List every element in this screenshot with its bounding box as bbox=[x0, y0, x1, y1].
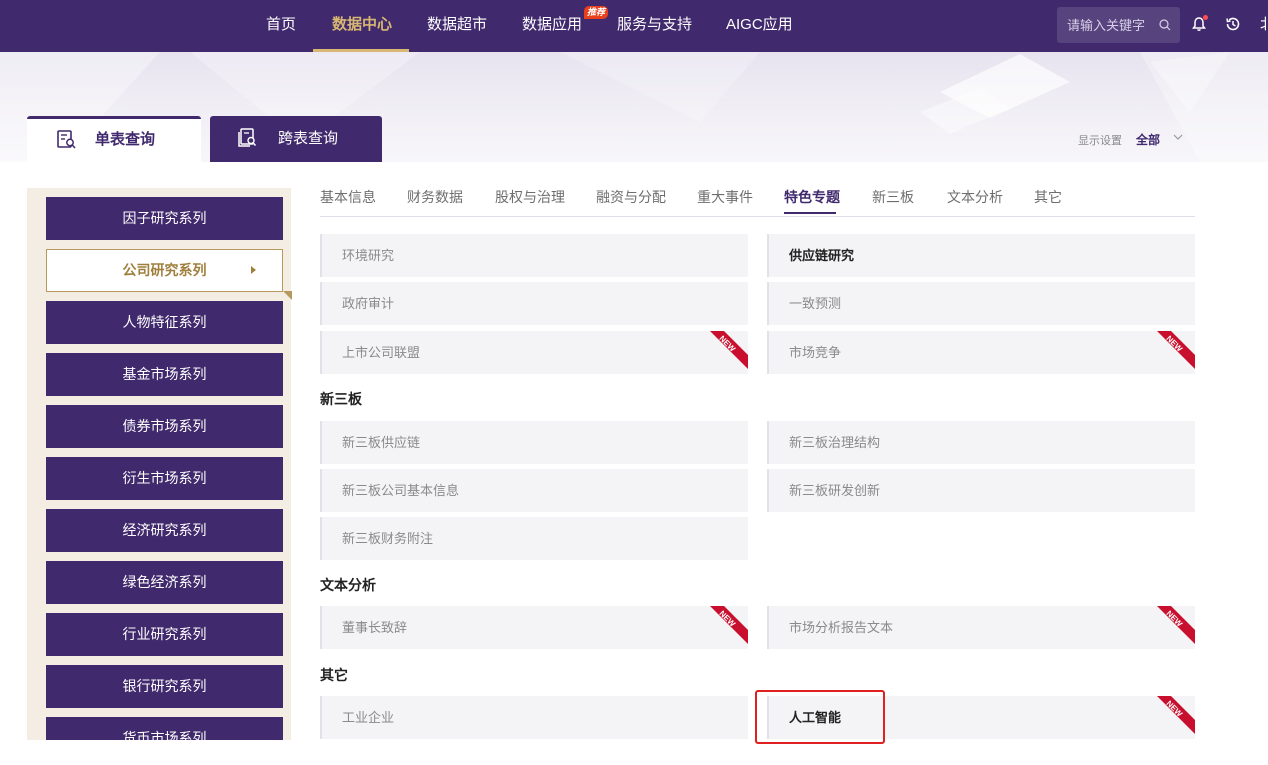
section-title-others: 其它 bbox=[320, 667, 348, 683]
tab-single-table-query[interactable]: 单表查询 bbox=[27, 116, 201, 162]
new-badge: NEW bbox=[1157, 606, 1195, 644]
card-listed-company-alliance[interactable]: 上市公司联盟 NEW bbox=[320, 331, 748, 374]
nav-data-market[interactable]: 数据超市 bbox=[427, 0, 487, 52]
card-neeq-rnd-innovation[interactable]: 新三板研发创新 bbox=[767, 469, 1195, 512]
sidebar-item-factor-research[interactable]: 因子研究系列 bbox=[46, 197, 283, 240]
table-search-icon bbox=[57, 130, 76, 149]
card-label: 市场竞争 bbox=[789, 345, 842, 360]
card-label: 董事长致辞 bbox=[342, 620, 408, 635]
tab-text-analysis[interactable]: 文本分析 bbox=[947, 187, 1003, 207]
tab-others[interactable]: 其它 bbox=[1034, 187, 1062, 207]
card-neeq-governance-structure[interactable]: 新三板治理结构 bbox=[767, 421, 1195, 464]
sidebar-item-person-features[interactable]: 人物特征系列 bbox=[46, 301, 283, 344]
card-neeq-supply-chain[interactable]: 新三板供应链 bbox=[320, 421, 748, 464]
active-tab-underline bbox=[784, 212, 836, 214]
card-consensus-forecast[interactable]: 一致预测 bbox=[767, 282, 1195, 325]
sidebar-item-derivatives-market[interactable]: 衍生市场系列 bbox=[46, 457, 283, 500]
top-navigation-bar: 首页 数据中心 数据超市 数据应用 推荐 服务与支持 AIGC应用 北 bbox=[0, 0, 1268, 52]
card-supply-chain-research[interactable]: 供应链研究 bbox=[767, 234, 1195, 277]
card-market-competition[interactable]: 市场竞争 NEW bbox=[767, 331, 1195, 374]
tab-cross-label: 跨表查询 bbox=[278, 130, 339, 147]
sidebar-item-economic-research[interactable]: 经济研究系列 bbox=[46, 509, 283, 552]
card-industrial-enterprises[interactable]: 工业企业 bbox=[320, 696, 748, 739]
tab-featured-topics[interactable]: 特色专题 bbox=[784, 187, 840, 207]
multi-table-search-icon bbox=[238, 128, 257, 147]
nav-cut-off-text[interactable]: 北 bbox=[1260, 0, 1268, 50]
tab-financing-distribution[interactable]: 融资与分配 bbox=[596, 187, 666, 207]
sidebar-item-label: 公司研究系列 bbox=[122, 262, 207, 278]
card-label: 上市公司联盟 bbox=[342, 345, 421, 360]
card-chairman-speech[interactable]: 董事长致辞 NEW bbox=[320, 606, 748, 649]
display-settings-label: 显示设置 bbox=[1078, 135, 1122, 147]
sidebar-item-industry-research[interactable]: 行业研究系列 bbox=[46, 613, 283, 656]
card-neeq-company-basic-info[interactable]: 新三板公司基本信息 bbox=[320, 469, 748, 512]
new-badge: NEW bbox=[1157, 331, 1195, 369]
tab-equity-governance[interactable]: 股权与治理 bbox=[495, 187, 565, 207]
sidebar-item-money-market[interactable]: 货币市场系列 bbox=[46, 717, 283, 740]
tab-single-label: 单表查询 bbox=[95, 131, 156, 148]
card-market-analysis-report-text[interactable]: 市场分析报告文本 NEW bbox=[767, 606, 1195, 649]
card-government-audit[interactable]: 政府审计 bbox=[320, 282, 748, 325]
new-badge: NEW bbox=[710, 606, 748, 644]
card-artificial-intelligence[interactable]: 人工智能 NEW bbox=[767, 696, 1195, 739]
chevron-down-icon[interactable] bbox=[1173, 134, 1183, 141]
caret-right-icon bbox=[251, 266, 256, 274]
tab-financial-data[interactable]: 财务数据 bbox=[407, 187, 463, 207]
sidebar-item-green-economy[interactable]: 绿色经济系列 bbox=[46, 561, 283, 604]
active-item-fold bbox=[283, 291, 292, 300]
sidebar-item-bond-market[interactable]: 债券市场系列 bbox=[46, 405, 283, 448]
section-title-text-analysis: 文本分析 bbox=[320, 577, 376, 593]
new-badge: NEW bbox=[1157, 696, 1195, 734]
card-neeq-financial-notes[interactable]: 新三板财务附注 bbox=[320, 517, 748, 560]
new-badge: NEW bbox=[710, 331, 748, 369]
notification-dot bbox=[1203, 15, 1208, 20]
card-label: 市场分析报告文本 bbox=[789, 620, 894, 635]
nav-home[interactable]: 首页 bbox=[266, 0, 296, 52]
tab-major-events[interactable]: 重大事件 bbox=[697, 187, 753, 207]
nav-aigc[interactable]: AIGC应用 bbox=[726, 0, 793, 52]
nav-data-applications[interactable]: 数据应用 bbox=[522, 0, 582, 52]
tab-neeq[interactable]: 新三板 bbox=[872, 187, 914, 207]
card-label: 人工智能 bbox=[789, 710, 842, 725]
search-icon[interactable] bbox=[1159, 19, 1171, 31]
search-box bbox=[1057, 7, 1180, 43]
tab-cross-table-query[interactable]: 跨表查询 bbox=[210, 116, 382, 162]
sidebar-item-fund-market[interactable]: 基金市场系列 bbox=[46, 353, 283, 396]
section-title-neeq: 新三板 bbox=[320, 391, 362, 407]
tab-basic-info[interactable]: 基本信息 bbox=[320, 187, 376, 207]
history-icon[interactable] bbox=[1224, 15, 1242, 33]
hot-badge: 推荐 bbox=[584, 6, 609, 19]
nav-data-center[interactable]: 数据中心 bbox=[332, 0, 392, 52]
sidebar-item-company-research[interactable]: 公司研究系列 bbox=[46, 249, 283, 292]
series-sidebar: 因子研究系列 公司研究系列 人物特征系列 基金市场系列 债券市场系列 衍生市场系… bbox=[27, 188, 291, 740]
nav-service-support[interactable]: 服务与支持 bbox=[617, 0, 692, 52]
card-environment-research[interactable]: 环境研究 bbox=[320, 234, 748, 277]
tab-divider bbox=[320, 216, 1195, 217]
display-settings-value[interactable]: 全部 bbox=[1136, 131, 1160, 148]
search-input[interactable] bbox=[1067, 7, 1157, 43]
sidebar-item-bank-research[interactable]: 银行研究系列 bbox=[46, 665, 283, 708]
